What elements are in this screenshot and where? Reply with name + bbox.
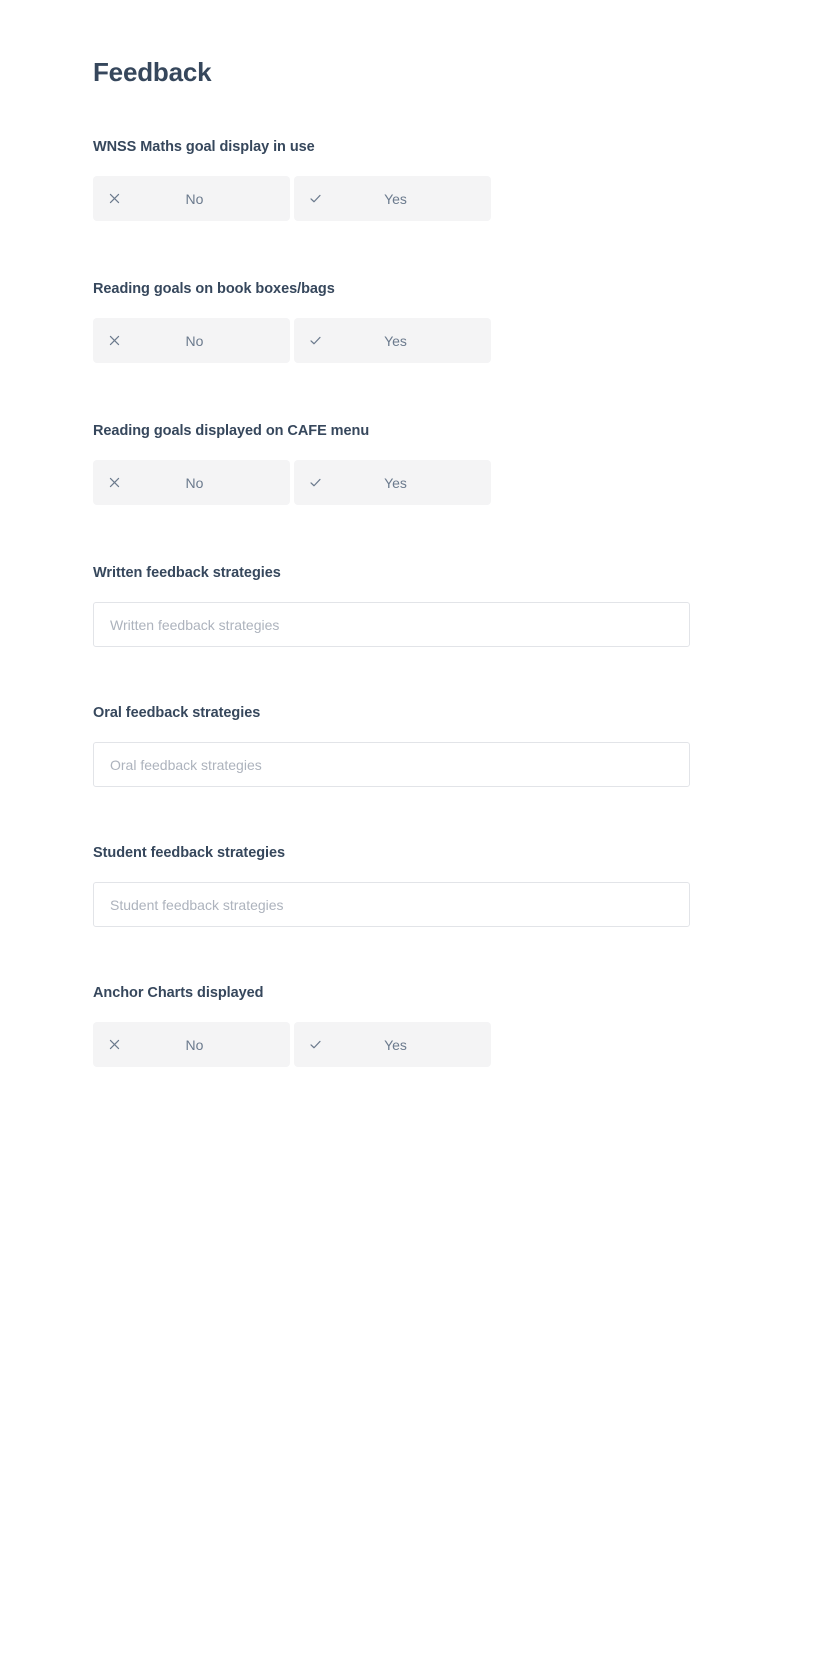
close-icon: [106, 333, 122, 349]
form-group-written-feedback-strategies: Written feedback strategies: [93, 563, 840, 647]
input-row-written-feedback-strategies: [93, 602, 840, 647]
toggle-option-label: No: [185, 190, 204, 207]
feedback-form-page: Feedback WNSS Maths goal display in use N…: [0, 0, 840, 1680]
form-content: Feedback WNSS Maths goal display in use N…: [0, 0, 840, 1067]
form-group-wnss-maths-goal-display-in-use: WNSS Maths goal display in use No Yes: [93, 137, 840, 221]
form-group-oral-feedback-strategies: Oral feedback strategies: [93, 703, 840, 787]
input-written-feedback-strategies[interactable]: [93, 602, 690, 647]
check-icon: [307, 333, 323, 349]
toggle-option-anchor-charts-displayed-no[interactable]: No: [93, 1022, 290, 1067]
toggle-option-wnss-maths-goal-display-in-use-yes[interactable]: Yes: [294, 176, 491, 221]
toggle-option-label: Yes: [384, 474, 407, 491]
page-title: Feedback: [93, 57, 212, 87]
close-icon: [106, 475, 122, 491]
field-label-reading-goals-on-book-boxes-bags: Reading goals on book boxes/bags: [93, 281, 335, 297]
field-label-student-feedback-strategies: Student feedback strategies: [93, 845, 286, 861]
form-group-student-feedback-strategies: Student feedback strategies: [93, 843, 840, 927]
check-icon: [307, 1037, 323, 1053]
toggle-option-reading-goals-displayed-on-cafe-menu-yes[interactable]: Yes: [294, 460, 491, 505]
toggle-option-anchor-charts-displayed-yes[interactable]: Yes: [294, 1022, 491, 1067]
toggle-option-label: No: [185, 1036, 204, 1053]
input-student-feedback-strategies[interactable]: [93, 882, 690, 927]
form-group-reading-goals-displayed-on-cafe-menu: Reading goals displayed on CAFE menu No Ye…: [93, 421, 840, 505]
field-label-written-feedback-strategies: Written feedback strategies: [93, 565, 281, 581]
toggle-option-label: Yes: [384, 1036, 407, 1053]
toggle-option-label: No: [185, 332, 204, 349]
form-field-list: WNSS Maths goal display in use No Yes Readi…: [93, 137, 840, 1067]
toggle-option-reading-goals-on-book-boxes-bags-no[interactable]: No: [93, 318, 290, 363]
toggle-option-reading-goals-on-book-boxes-bags-yes[interactable]: Yes: [294, 318, 491, 363]
field-label-oral-feedback-strategies: Oral feedback strategies: [93, 705, 261, 721]
form-group-reading-goals-on-book-boxes-bags: Reading goals on book boxes/bags No Yes: [93, 279, 840, 363]
field-label-wnss-maths-goal-display-in-use: WNSS Maths goal display in use: [93, 139, 315, 155]
check-icon: [307, 475, 323, 491]
check-icon: [307, 191, 323, 207]
toggle-group-reading-goals-on-book-boxes-bags: No Yes: [93, 318, 840, 363]
field-label-anchor-charts-displayed: Anchor Charts displayed: [93, 985, 264, 1001]
input-row-student-feedback-strategies: [93, 882, 840, 927]
toggle-option-label: No: [185, 474, 204, 491]
toggle-option-wnss-maths-goal-display-in-use-no[interactable]: No: [93, 176, 290, 221]
toggle-option-reading-goals-displayed-on-cafe-menu-no[interactable]: No: [93, 460, 290, 505]
toggle-group-anchor-charts-displayed: No Yes: [93, 1022, 840, 1067]
toggle-group-reading-goals-displayed-on-cafe-menu: No Yes: [93, 460, 840, 505]
input-row-oral-feedback-strategies: [93, 742, 840, 787]
toggle-option-label: Yes: [384, 332, 407, 349]
close-icon: [106, 191, 122, 207]
close-icon: [106, 1037, 122, 1053]
form-group-anchor-charts-displayed: Anchor Charts displayed No Yes: [93, 983, 840, 1067]
field-label-reading-goals-displayed-on-cafe-menu: Reading goals displayed on CAFE menu: [93, 423, 370, 439]
toggle-option-label: Yes: [384, 190, 407, 207]
input-oral-feedback-strategies[interactable]: [93, 742, 690, 787]
toggle-group-wnss-maths-goal-display-in-use: No Yes: [93, 176, 840, 221]
